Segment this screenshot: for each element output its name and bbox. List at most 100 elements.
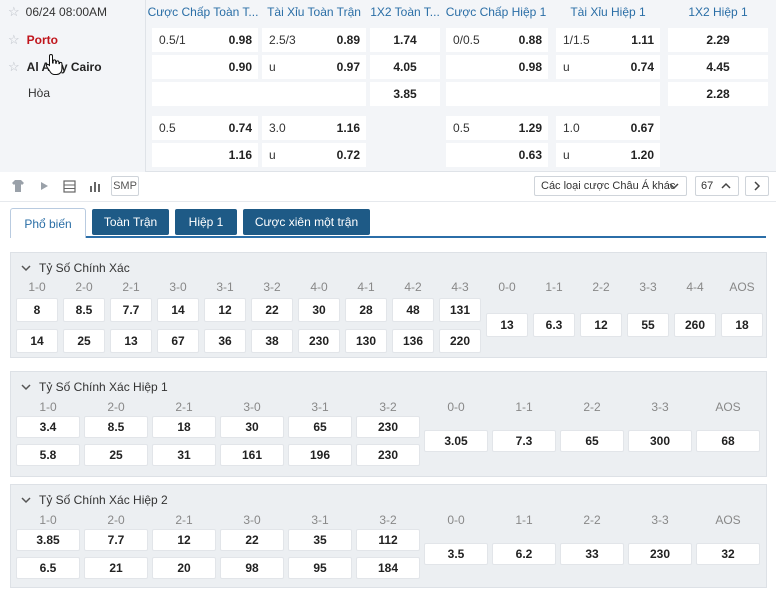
score-odds-cell[interactable]: 8 (16, 298, 58, 322)
score-odds-cell[interactable]: 3.4 (16, 416, 80, 438)
smp-button[interactable]: SMP (111, 176, 139, 196)
score-odds-cell[interactable]: 21 (84, 557, 148, 579)
x12-cell[interactable]: 4.45 (668, 55, 768, 79)
away-team-name[interactable]: Al Ahly Cairo (27, 60, 102, 74)
score-odds-cell[interactable]: 184 (356, 557, 420, 579)
odds-cell[interactable]: 0.5 1.29 (446, 116, 548, 140)
score-odds-cell[interactable]: 3.5 (424, 543, 488, 565)
score-odds-cell[interactable]: 6.3 (533, 313, 575, 337)
score-odds-cell[interactable]: 14 (157, 298, 199, 322)
score-odds-cell[interactable]: 25 (63, 329, 105, 353)
score-odds-cell[interactable]: 130 (345, 329, 387, 353)
odds-cell[interactable]: 1.0 0.67 (556, 116, 660, 140)
market-type-select[interactable]: Các loại cược Châu Á khác (534, 176, 687, 196)
odds-cell[interactable]: 0.5 0.74 (152, 116, 258, 140)
score-odds-cell[interactable]: 68 (696, 430, 760, 452)
odds-cell[interactable]: 0.98 (446, 55, 548, 79)
score-odds-cell[interactable]: 196 (288, 444, 352, 466)
score-odds-cell[interactable]: 30 (298, 298, 340, 322)
x12-cell[interactable]: 1.74 (370, 28, 440, 52)
odds-cell[interactable]: u 1.20 (556, 143, 660, 167)
x12-cell[interactable]: 2.29 (668, 28, 768, 52)
score-odds-cell[interactable]: 7.3 (492, 430, 556, 452)
section-header[interactable]: Tỷ Số Chính Xác (21, 261, 130, 275)
score-odds-cell[interactable]: 25 (84, 444, 148, 466)
score-odds-cell[interactable]: 230 (356, 416, 420, 438)
score-odds-cell[interactable]: 12 (204, 298, 246, 322)
score-odds-cell[interactable]: 32 (696, 543, 760, 565)
score-odds-cell[interactable]: 7.7 (110, 298, 152, 322)
x12-cell[interactable]: 4.05 (370, 55, 440, 79)
score-odds-cell[interactable]: 22 (220, 529, 284, 551)
score-odds-cell[interactable]: 300 (628, 430, 692, 452)
score-odds-cell[interactable]: 35 (288, 529, 352, 551)
stats-icon[interactable] (8, 176, 28, 196)
score-odds-cell[interactable]: 8.5 (84, 416, 148, 438)
score-odds-cell[interactable]: 20 (152, 557, 216, 579)
score-odds-cell[interactable]: 14 (16, 329, 58, 353)
score-odds-cell[interactable]: 95 (288, 557, 352, 579)
score-odds-cell[interactable]: 220 (439, 329, 481, 353)
tab-full-match[interactable]: Toàn Trận (92, 209, 169, 235)
score-odds-cell[interactable]: 6.2 (492, 543, 556, 565)
x12-cell[interactable]: 2.28 (668, 82, 768, 106)
score-odds-cell[interactable]: 18 (721, 313, 763, 337)
score-odds-cell[interactable]: 36 (204, 329, 246, 353)
next-button[interactable] (745, 176, 769, 196)
score-odds-cell[interactable]: 161 (220, 444, 284, 466)
odds-cell[interactable]: u 0.74 (556, 55, 660, 79)
score-odds-cell[interactable]: 12 (580, 313, 622, 337)
score-odds-cell[interactable]: 67 (157, 329, 199, 353)
score-odds-cell[interactable]: 3.05 (424, 430, 488, 452)
score-odds-cell[interactable]: 230 (356, 444, 420, 466)
score-odds-cell[interactable]: 3.85 (16, 529, 80, 551)
score-odds-cell[interactable]: 33 (560, 543, 624, 565)
odds-cell[interactable]: 1.16 (152, 143, 258, 167)
score-odds-cell[interactable]: 7.7 (84, 529, 148, 551)
score-odds-cell[interactable]: 136 (392, 329, 434, 353)
score-odds-cell[interactable]: 22 (251, 298, 293, 322)
score-odds-cell[interactable]: 28 (345, 298, 387, 322)
score-odds-cell[interactable]: 230 (298, 329, 340, 353)
score-odds-cell[interactable]: 260 (674, 313, 716, 337)
list-button[interactable] (59, 176, 79, 196)
score-odds-cell[interactable]: 30 (220, 416, 284, 438)
chart-button[interactable] (84, 176, 106, 196)
odds-cell[interactable]: u 0.97 (262, 55, 366, 79)
score-odds-cell[interactable]: 31 (152, 444, 216, 466)
score-odds-cell[interactable]: 131 (439, 298, 481, 322)
odds-cell[interactable]: u 0.72 (262, 143, 366, 167)
tab-same-game-parlay[interactable]: Cược xiên một trận (243, 209, 370, 235)
odds-cell[interactable]: 0/0.5 0.88 (446, 28, 548, 52)
score-odds-cell[interactable]: 13 (486, 313, 528, 337)
score-odds-cell[interactable]: 6.5 (16, 557, 80, 579)
score-odds-cell[interactable]: 112 (356, 529, 420, 551)
tab-popular[interactable]: Phổ biến (10, 208, 86, 238)
score-odds-cell[interactable]: 8.5 (63, 298, 105, 322)
odds-cell[interactable]: 3.0 1.16 (262, 116, 366, 140)
odds-cell[interactable]: 0.90 (152, 55, 258, 79)
section-header[interactable]: Tỷ Số Chính Xác Hiệp 1 (21, 380, 168, 394)
star-icon[interactable]: ☆ (8, 32, 20, 48)
score-odds-cell[interactable]: 230 (628, 543, 692, 565)
score-odds-cell[interactable]: 18 (152, 416, 216, 438)
score-odds-cell[interactable]: 48 (392, 298, 434, 322)
odds-cell[interactable]: 2.5/3 0.89 (262, 28, 366, 52)
score-odds-cell[interactable]: 13 (110, 329, 152, 353)
play-button[interactable] (34, 176, 54, 196)
section-header[interactable]: Tỷ Số Chính Xác Hiệp 2 (21, 493, 168, 507)
score-odds-cell[interactable]: 98 (220, 557, 284, 579)
x12-cell[interactable]: 3.85 (370, 82, 440, 106)
score-odds-cell[interactable]: 65 (560, 430, 624, 452)
odds-cell[interactable]: 0.63 (446, 143, 548, 167)
star-icon[interactable]: ☆ (8, 59, 20, 75)
score-odds-cell[interactable]: 65 (288, 416, 352, 438)
score-odds-cell[interactable]: 5.8 (16, 444, 80, 466)
score-odds-cell[interactable]: 38 (251, 329, 293, 353)
star-icon[interactable]: ☆ (8, 4, 20, 20)
market-count-toggle[interactable]: 67 (695, 176, 739, 196)
tab-first-half[interactable]: Hiệp 1 (175, 209, 237, 235)
odds-cell[interactable]: 0.5/1 0.98 (152, 28, 258, 52)
score-odds-cell[interactable]: 55 (627, 313, 669, 337)
home-team-name[interactable]: Porto (27, 33, 58, 47)
